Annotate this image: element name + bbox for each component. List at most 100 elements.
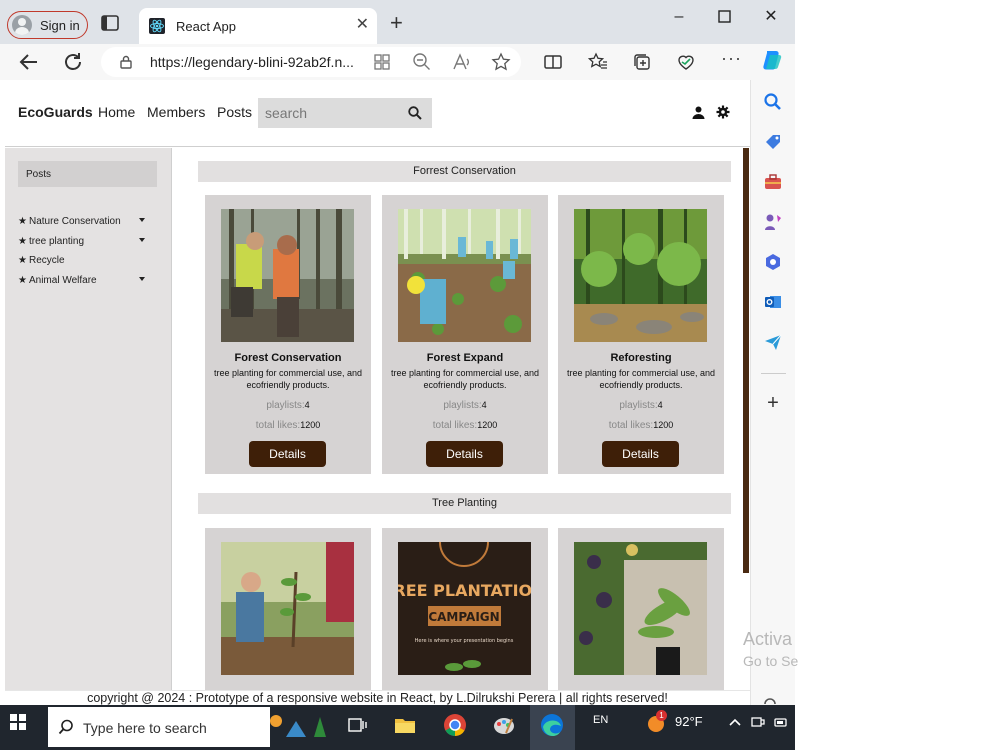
- nav-posts[interactable]: Posts: [217, 104, 252, 120]
- tab-react-app[interactable]: React App ✕: [139, 8, 377, 44]
- playlists-label: playlists:: [266, 400, 305, 411]
- minimize-icon[interactable]: –: [671, 9, 687, 25]
- edge-icon[interactable]: [540, 713, 564, 737]
- reforesting-image: [574, 209, 707, 342]
- web-page: EcoGuards Home Members Posts Posts ★ Nat…: [5, 80, 750, 705]
- poster-tagline-text: Here is where your presentation begins: [415, 638, 514, 644]
- card-title: Forest Conservation: [234, 352, 342, 364]
- nav-members[interactable]: Members: [147, 104, 205, 120]
- sign-in-label: Sign in: [40, 17, 80, 33]
- playlists-value: 4: [481, 400, 487, 410]
- sidebar-item-nature-conservation[interactable]: ★ Nature Conservation: [18, 214, 158, 228]
- task-view-icon[interactable]: [345, 713, 369, 737]
- post-card-forest-conservation: Forest Conservation tree planting for co…: [205, 195, 371, 474]
- app-available-icon[interactable]: [372, 52, 392, 72]
- battery-icon[interactable]: [774, 715, 788, 729]
- weather-temperature[interactable]: 92°F: [675, 714, 703, 729]
- category-sidebar: Posts ★ Nature Conservation ★ tree plant…: [5, 148, 172, 705]
- read-aloud-icon[interactable]: [452, 52, 472, 72]
- brand-logo[interactable]: EcoGuards: [18, 104, 93, 120]
- details-button[interactable]: Details: [426, 441, 503, 467]
- lock-icon[interactable]: [119, 55, 133, 69]
- address-toolbar: https://legendary-blini-92ab2f.n... ···: [0, 44, 795, 80]
- post-card-reforesting: Reforesting tree planting for commercial…: [558, 195, 724, 474]
- card-playlists: playlists:4: [382, 400, 548, 411]
- collections-icon[interactable]: [632, 52, 652, 72]
- likes-label: total likes:: [255, 420, 301, 431]
- refresh-icon[interactable]: [61, 50, 85, 74]
- taskbar-search[interactable]: Type here to search: [48, 707, 270, 747]
- scrollbar-thumb[interactable]: [743, 148, 749, 573]
- forest-expand-image: [398, 209, 531, 342]
- paint-icon[interactable]: [492, 713, 516, 737]
- section-header-tree-planting: Tree Planting: [198, 493, 731, 514]
- url-text[interactable]: https://legendary-blini-92ab2f.n...: [150, 54, 354, 70]
- new-tab-icon[interactable]: +: [390, 12, 403, 34]
- favorite-star-icon[interactable]: [491, 52, 511, 72]
- windows-start-icon[interactable]: [10, 714, 26, 730]
- chevron-down-icon[interactable]: [139, 218, 145, 223]
- chevron-up-icon[interactable]: [728, 715, 742, 729]
- weather-scene-icon[interactable]: [266, 709, 330, 737]
- site-header: EcoGuards Home Members Posts: [5, 80, 750, 147]
- search-icon[interactable]: [763, 92, 783, 112]
- details-button[interactable]: Details: [249, 441, 326, 467]
- star-icon: ★: [18, 254, 27, 266]
- shopping-tag-icon[interactable]: [763, 132, 783, 152]
- language-indicator[interactable]: EN: [593, 714, 608, 726]
- file-explorer-icon[interactable]: [393, 713, 417, 737]
- tab-actions-icon[interactable]: [100, 14, 122, 32]
- chevron-down-icon[interactable]: [139, 238, 145, 243]
- user-icon[interactable]: [692, 106, 705, 119]
- playlists-label: playlists:: [619, 400, 658, 411]
- sidebar-item-recycle[interactable]: ★ Recycle: [18, 253, 158, 267]
- favorites-icon[interactable]: [588, 52, 608, 72]
- activate-windows-watermark: Activa Go to Se: [743, 628, 798, 672]
- tools-briefcase-icon[interactable]: [763, 172, 783, 192]
- card-likes: total likes:1200: [558, 420, 724, 431]
- more-options-icon[interactable]: ···: [721, 48, 741, 68]
- search-icon[interactable]: [408, 106, 422, 120]
- copilot-icon[interactable]: [760, 48, 784, 72]
- post-card-forest-expand: Forest Expand tree planting for commerci…: [382, 195, 548, 474]
- card-description: tree planting for commercial use, and ec…: [390, 368, 540, 390]
- network-icon[interactable]: [751, 715, 765, 729]
- card-title: Reforesting: [610, 352, 672, 364]
- watermark-line1: Activa: [743, 629, 793, 649]
- add-icon[interactable]: +: [763, 393, 783, 413]
- profile-avatar-icon: [12, 15, 32, 35]
- search-box: [258, 98, 432, 128]
- gear-icon[interactable]: [762, 694, 778, 704]
- browser-tab-bar: Sign in React App ✕ + – ✕: [0, 0, 795, 44]
- browser-essentials-icon[interactable]: [676, 52, 696, 72]
- window-close-icon[interactable]: ✕: [763, 9, 779, 25]
- chrome-icon[interactable]: [443, 713, 467, 737]
- nav-home[interactable]: Home: [98, 104, 135, 120]
- back-icon[interactable]: [17, 50, 41, 74]
- outlook-icon[interactable]: [763, 292, 783, 312]
- windows-taskbar: Type here to search EN 1 92°F: [0, 705, 795, 750]
- sidebar-item-animal-welfare[interactable]: ★ Animal Welfare: [18, 273, 158, 287]
- sidebar-item-tree-planting[interactable]: ★ tree planting: [18, 234, 158, 248]
- games-icon[interactable]: [763, 212, 783, 232]
- sidebar-divider: [761, 373, 786, 374]
- details-button[interactable]: Details: [602, 441, 679, 467]
- card-playlists: playlists:4: [205, 400, 371, 411]
- star-icon: ★: [18, 274, 27, 286]
- card-description: tree planting for commercial use, and ec…: [566, 368, 716, 390]
- microsoft-365-icon[interactable]: [763, 252, 783, 272]
- sidebar-posts-heading[interactable]: Posts: [18, 161, 157, 187]
- maximize-icon[interactable]: [718, 10, 731, 23]
- sign-in-button[interactable]: Sign in: [7, 11, 88, 39]
- chevron-down-icon[interactable]: [139, 277, 145, 282]
- post-card-child-planting: [205, 528, 371, 705]
- tab-close-icon[interactable]: ✕: [356, 17, 369, 33]
- zoom-out-icon[interactable]: [412, 52, 432, 72]
- send-drop-icon[interactable]: [763, 332, 783, 352]
- split-screen-icon[interactable]: [543, 52, 563, 72]
- search-input[interactable]: [258, 98, 398, 128]
- taskbar-search-placeholder: Type here to search: [83, 720, 207, 736]
- gear-icon[interactable]: [716, 105, 730, 119]
- poster-title-text: TREE PLANTATION: [398, 581, 531, 600]
- search-icon: [58, 719, 73, 735]
